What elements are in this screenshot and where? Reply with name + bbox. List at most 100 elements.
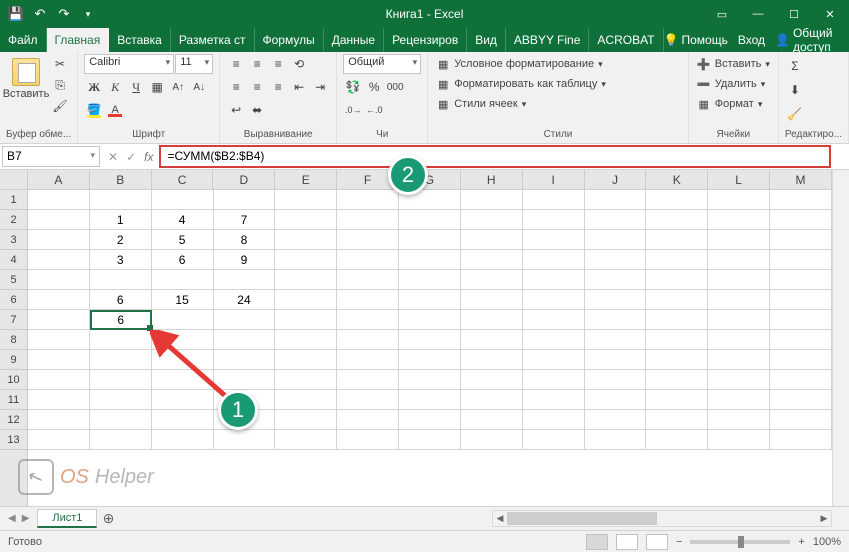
col-header[interactable]: M: [770, 170, 832, 189]
fill-icon[interactable]: ⬇: [785, 80, 805, 100]
row-header[interactable]: 8: [0, 330, 27, 350]
horizontal-scrollbar[interactable]: ◀ ▶: [492, 510, 832, 527]
zoom-in-icon[interactable]: +: [798, 536, 804, 548]
cell[interactable]: [28, 410, 90, 430]
cell[interactable]: [152, 190, 214, 210]
row-header[interactable]: 7: [0, 310, 27, 330]
col-header[interactable]: K: [646, 170, 708, 189]
cell[interactable]: [399, 390, 461, 410]
col-header[interactable]: D: [213, 170, 275, 189]
row-header[interactable]: 9: [0, 350, 27, 370]
page-break-view-icon[interactable]: [646, 534, 668, 550]
bold-button[interactable]: Ж: [84, 77, 104, 97]
format-painter-icon[interactable]: 🖌: [50, 96, 70, 116]
cell[interactable]: 2: [90, 230, 152, 250]
cell[interactable]: [523, 370, 585, 390]
cell[interactable]: [708, 370, 770, 390]
ribbon-options-icon[interactable]: ▭: [705, 1, 739, 27]
cell[interactable]: [399, 290, 461, 310]
cell[interactable]: [28, 270, 90, 290]
cell[interactable]: [275, 210, 337, 230]
row-header[interactable]: 6: [0, 290, 27, 310]
cell[interactable]: [28, 310, 90, 330]
cell[interactable]: [152, 310, 214, 330]
cell[interactable]: [770, 210, 832, 230]
cell[interactable]: [461, 230, 523, 250]
cell[interactable]: [90, 330, 152, 350]
border-button[interactable]: ▦: [147, 77, 167, 97]
cell[interactable]: [399, 250, 461, 270]
tab-review[interactable]: Рецензиров: [384, 28, 467, 52]
cell[interactable]: [646, 270, 708, 290]
cell[interactable]: 15: [152, 290, 214, 310]
cell[interactable]: [337, 190, 399, 210]
format-as-table-button[interactable]: ▦Форматировать как таблицу▾: [434, 76, 608, 92]
cell[interactable]: [214, 310, 276, 330]
close-icon[interactable]: ✕: [813, 1, 847, 27]
cell[interactable]: [461, 350, 523, 370]
cell[interactable]: [770, 310, 832, 330]
cell[interactable]: [28, 210, 90, 230]
cell[interactable]: [523, 310, 585, 330]
cell[interactable]: [337, 390, 399, 410]
scroll-thumb[interactable]: [507, 512, 657, 525]
cell[interactable]: [646, 190, 708, 210]
cell[interactable]: [214, 190, 276, 210]
currency-icon[interactable]: 💱: [343, 77, 363, 97]
cell[interactable]: [275, 270, 337, 290]
cell[interactable]: [523, 230, 585, 250]
cell[interactable]: [275, 410, 337, 430]
row-header[interactable]: 13: [0, 430, 27, 450]
cell[interactable]: [90, 350, 152, 370]
cell[interactable]: [275, 230, 337, 250]
percent-icon[interactable]: %: [364, 77, 384, 97]
cell[interactable]: [585, 430, 647, 450]
cell[interactable]: [585, 190, 647, 210]
tab-acrobat[interactable]: ACROBAT: [589, 28, 663, 52]
orientation-icon[interactable]: ⟲: [289, 54, 309, 74]
cell[interactable]: [337, 290, 399, 310]
sheet-nav-prev-icon[interactable]: ◀: [8, 513, 16, 524]
accept-formula-icon[interactable]: ✓: [126, 150, 136, 164]
cell[interactable]: [90, 370, 152, 390]
cell[interactable]: [523, 290, 585, 310]
cell[interactable]: 7: [214, 210, 276, 230]
cell[interactable]: [708, 310, 770, 330]
cell[interactable]: [646, 290, 708, 310]
cell[interactable]: [708, 290, 770, 310]
cell[interactable]: [275, 290, 337, 310]
tab-file[interactable]: Файл: [0, 28, 47, 52]
cell[interactable]: [770, 370, 832, 390]
cell[interactable]: [523, 330, 585, 350]
tab-formulas[interactable]: Формулы: [255, 28, 324, 52]
cell[interactable]: [28, 370, 90, 390]
normal-view-icon[interactable]: [586, 534, 608, 550]
cell[interactable]: [28, 430, 90, 450]
col-header[interactable]: C: [152, 170, 214, 189]
cell[interactable]: [152, 410, 214, 430]
scroll-right-icon[interactable]: ▶: [817, 511, 831, 526]
cell[interactable]: [770, 290, 832, 310]
cell[interactable]: [90, 410, 152, 430]
cell[interactable]: [399, 350, 461, 370]
cell[interactable]: [152, 430, 214, 450]
cell[interactable]: [585, 310, 647, 330]
cell[interactable]: [770, 330, 832, 350]
cell[interactable]: [646, 390, 708, 410]
cell[interactable]: [90, 430, 152, 450]
cell[interactable]: [770, 410, 832, 430]
col-header[interactable]: B: [90, 170, 152, 189]
cell[interactable]: 6: [90, 290, 152, 310]
font-size-select[interactable]: 11: [175, 54, 213, 74]
undo-icon[interactable]: ↶: [30, 4, 50, 24]
cell[interactable]: [461, 270, 523, 290]
align-middle-icon[interactable]: ≡: [247, 54, 267, 74]
cell[interactable]: [646, 250, 708, 270]
cell[interactable]: [646, 230, 708, 250]
insert-cells-button[interactable]: ➕Вставить▾: [695, 56, 772, 72]
fill-color-button[interactable]: 🪣: [84, 100, 104, 120]
font-name-select[interactable]: Calibri: [84, 54, 174, 74]
cell[interactable]: [646, 350, 708, 370]
cell[interactable]: 8: [214, 230, 276, 250]
format-cells-button[interactable]: ▦Формат▾: [695, 96, 772, 112]
